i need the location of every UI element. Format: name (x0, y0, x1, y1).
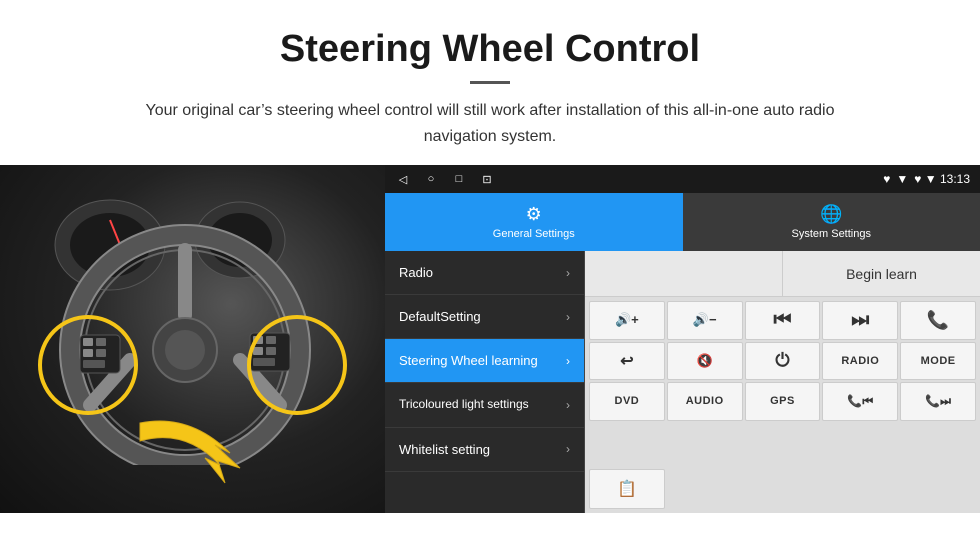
vol-up-icon: 🔊+ (615, 312, 639, 328)
begin-learn-button[interactable]: Begin learn (783, 251, 980, 296)
highlight-left (38, 315, 138, 415)
phone-icon: 📞 (927, 310, 949, 331)
steering-wheel-bg (0, 165, 385, 513)
menu-item-steering-label: Steering Wheel learning (399, 353, 538, 368)
menu-item-radio[interactable]: Radio › (385, 251, 584, 295)
menu-item-steering[interactable]: Steering Wheel learning › (385, 339, 584, 383)
mode-button[interactable]: MODE (900, 342, 976, 381)
status-bar-right: ♥ ▼ ♥ ▼ 13:13 (883, 172, 970, 186)
general-settings-icon: ⚙ (526, 204, 542, 225)
back-arrow-icon: ↩ (620, 351, 633, 371)
audio-button[interactable]: AUDIO (667, 382, 743, 421)
controls-grid: 🔊+ 🔊− ⏮ ⏭ 📞 (585, 297, 980, 465)
back-icon[interactable]: ◁ (395, 171, 411, 187)
car-image (0, 165, 385, 513)
ui-panel: ◁ ○ □ ⊡ ♥ ▼ ♥ ▼ 13:13 ⚙ General Settings (385, 165, 980, 513)
menu-item-default-label: DefaultSetting (399, 309, 481, 324)
vol-down-button[interactable]: 🔊− (667, 301, 743, 340)
power-icon: ⏻ (775, 350, 789, 371)
radio-label: RADIO (841, 355, 879, 367)
phone-next-icon: 📞⏭ (925, 394, 951, 409)
list-icon: 📋 (617, 479, 637, 499)
next-track-icon: ⏭ (851, 309, 869, 332)
wifi-icon: ▼ (896, 172, 908, 186)
menu-list: Radio › DefaultSetting › Steering Wheel … (385, 251, 585, 513)
controls-panel: Begin learn 🔊+ 🔊− ⏮ (585, 251, 980, 513)
list-button[interactable]: 📋 (589, 469, 665, 509)
screenshot-icon[interactable]: ⊡ (479, 171, 495, 187)
settings-tabs: ⚙ General Settings 🌐 System Settings (385, 193, 980, 251)
mute-icon: 🔇 (697, 353, 713, 369)
prev-track-button[interactable]: ⏮ (745, 301, 821, 340)
controls-last-row: 📋 (585, 465, 980, 513)
phone-prev-button[interactable]: 📞⏮ (822, 382, 898, 421)
tab-general-label: General Settings (493, 228, 575, 240)
main-content: Radio › DefaultSetting › Steering Wheel … (385, 251, 980, 513)
menu-item-tricoloured[interactable]: Tricoloured light settings › (385, 383, 584, 428)
next-track-button[interactable]: ⏭ (822, 301, 898, 340)
subtitle: Your original car’s steering wheel contr… (140, 98, 840, 149)
menu-item-whitelist-label: Whitelist setting (399, 442, 490, 457)
empty-cell (585, 251, 783, 296)
menu-item-radio-label: Radio (399, 265, 433, 280)
phone-button[interactable]: 📞 (900, 301, 976, 340)
recent-icon[interactable]: □ (451, 171, 467, 187)
status-bar: ◁ ○ □ ⊡ ♥ ▼ ♥ ▼ 13:13 (385, 165, 980, 193)
status-bar-left: ◁ ○ □ ⊡ (395, 171, 495, 187)
menu-item-tricoloured-label: Tricoloured light settings (399, 397, 529, 413)
audio-label: AUDIO (686, 395, 724, 407)
power-button[interactable]: ⏻ (745, 342, 821, 381)
mute-button[interactable]: 🔇 (667, 342, 743, 381)
gps-label: GPS (770, 395, 795, 407)
chevron-right-icon: › (566, 310, 570, 324)
controls-top-row: Begin learn (585, 251, 980, 297)
signal-icon: ♥ (883, 172, 890, 186)
vol-down-icon: 🔊− (693, 312, 717, 328)
gps-button[interactable]: GPS (745, 382, 821, 421)
chevron-right-icon: › (566, 398, 570, 412)
title-divider (470, 81, 510, 84)
clock: ♥ ▼ 13:13 (914, 172, 970, 186)
tab-system[interactable]: 🌐 System Settings (683, 193, 980, 251)
phone-next-button[interactable]: 📞⏭ (900, 382, 976, 421)
dvd-label: DVD (615, 395, 640, 407)
mode-label: MODE (921, 355, 956, 367)
arrow-svg (130, 403, 270, 493)
tab-general[interactable]: ⚙ General Settings (385, 193, 683, 251)
content-area: ◁ ○ □ ⊡ ♥ ▼ ♥ ▼ 13:13 ⚙ General Settings (0, 165, 980, 513)
radio-button[interactable]: RADIO (822, 342, 898, 381)
tab-system-label: System Settings (792, 228, 871, 240)
menu-item-whitelist[interactable]: Whitelist setting › (385, 428, 584, 472)
menu-item-default[interactable]: DefaultSetting › (385, 295, 584, 339)
page-wrapper: Steering Wheel Control Your original car… (0, 0, 980, 513)
back-button[interactable]: ↩ (589, 342, 665, 381)
home-icon[interactable]: ○ (423, 171, 439, 187)
vol-up-button[interactable]: 🔊+ (589, 301, 665, 340)
phone-prev-icon: 📞⏮ (847, 394, 873, 409)
chevron-right-icon: › (566, 442, 570, 456)
page-title: Steering Wheel Control (60, 28, 920, 71)
header-section: Steering Wheel Control Your original car… (0, 0, 980, 165)
system-settings-icon: 🌐 (820, 204, 842, 225)
highlight-right (247, 315, 347, 415)
chevron-right-icon: › (566, 266, 570, 280)
dvd-button[interactable]: DVD (589, 382, 665, 421)
chevron-right-icon: › (566, 354, 570, 368)
prev-track-icon: ⏮ (773, 309, 791, 332)
